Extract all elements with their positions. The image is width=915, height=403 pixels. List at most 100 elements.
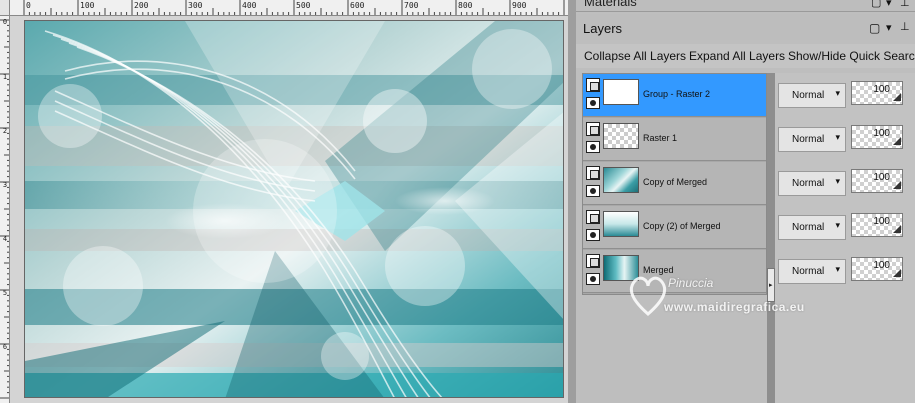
canvas-area: 0 100 200 300 400 500 600 700 800 900 0 …: [0, 0, 568, 403]
layer-row-copy-2-of-merged[interactable]: Copy (2) of Merged: [583, 206, 766, 249]
visibility-eye-icon[interactable]: [586, 141, 600, 153]
right-dock: Materials ▢ ▾ ⊥ Layers ▢ ▾ ⊥ Collapse Al…: [576, 0, 915, 403]
blend-mode-dropdown[interactable]: Normal ▾: [778, 215, 846, 240]
horizontal-ruler: 0 100 200 300 400 500 600 700 800 900: [10, 0, 568, 16]
layer-icons: [585, 78, 601, 114]
ruler-label-200: 200: [134, 1, 149, 10]
layer-row-merged[interactable]: Merged: [583, 250, 766, 293]
panel-splitter[interactable]: [568, 0, 576, 403]
visibility-eye-icon[interactable]: [586, 97, 600, 109]
blend-mode-label: Normal: [792, 266, 825, 277]
layer-row-copy-of-merged[interactable]: Copy of Merged: [583, 162, 766, 205]
visibility-eye-icon[interactable]: [586, 229, 600, 241]
opacity-spinner-icon[interactable]: [893, 259, 901, 279]
vruler-label-300: 3: [2, 181, 8, 189]
blend-mode-dropdown[interactable]: Normal ▾: [778, 259, 846, 284]
chevron-down-icon[interactable]: ▾: [886, 21, 892, 34]
blend-mode-dropdown[interactable]: Normal ▾: [778, 127, 846, 152]
chevron-down-icon[interactable]: ▾: [886, 0, 892, 9]
show-hide-quick-search-button[interactable]: Show/Hide Quick Search: [788, 49, 915, 63]
blend-mode-dropdown[interactable]: Normal ▾: [778, 83, 846, 108]
ruler-label-900: 900: [512, 1, 527, 10]
layers-scrollbar[interactable]: ▸: [767, 73, 775, 403]
layer-icons: [585, 210, 601, 246]
vruler-label-0: 0: [2, 18, 8, 26]
ruler-label-800: 800: [458, 1, 473, 10]
vruler-label-500: 5: [2, 289, 8, 297]
layer-type-icon[interactable]: [586, 166, 600, 180]
collapse-all-layers-button[interactable]: Collapse All Layers: [584, 49, 686, 63]
visibility-eye-icon[interactable]: [586, 273, 600, 285]
layer-type-icon[interactable]: [586, 78, 600, 92]
maximize-icon[interactable]: ▢: [871, 0, 881, 9]
blend-mode-label: Normal: [792, 90, 825, 101]
layer-row-raster-1[interactable]: Raster 1: [583, 118, 766, 161]
ruler-label-500: 500: [296, 1, 311, 10]
layer-name: Raster 1: [643, 133, 678, 143]
expand-all-layers-button[interactable]: Expand All Layers: [689, 49, 785, 63]
vertical-ruler: 0 1 2 3 4 5 6: [0, 16, 10, 403]
dropdown-arrow-icon: ▾: [835, 176, 840, 186]
layers-title: Layers: [583, 21, 623, 36]
dropdown-arrow-icon: ▾: [835, 264, 840, 274]
layer-type-icon[interactable]: [586, 210, 600, 224]
layer-icons: [585, 166, 601, 202]
blend-mode-dropdown[interactable]: Normal ▾: [778, 171, 846, 196]
opacity-spinner-icon[interactable]: [893, 83, 901, 103]
layer-props-1: Normal ▾ 100: [775, 117, 915, 161]
chevron-right-icon: ▸: [769, 282, 773, 289]
layer-thumbnail: [603, 123, 639, 149]
opacity-field[interactable]: 100: [851, 125, 903, 149]
layer-row-group-raster-2[interactable]: Group - Raster 2: [583, 74, 766, 117]
scrollbar-thumb[interactable]: ▸: [767, 268, 775, 302]
blend-mode-label: Normal: [792, 178, 825, 189]
opacity-spinner-icon[interactable]: [893, 171, 901, 191]
opacity-field[interactable]: 100: [851, 257, 903, 281]
opacity-field[interactable]: 100: [851, 81, 903, 105]
layer-thumbnail: [603, 255, 639, 281]
abstract-teal-artwork: [25, 21, 563, 397]
visibility-eye-icon[interactable]: [586, 185, 600, 197]
layers-panel-header[interactable]: Layers ▢ ▾ ⊥: [576, 14, 915, 40]
layer-name: Copy of Merged: [643, 177, 708, 187]
maximize-icon[interactable]: ▢: [869, 21, 880, 35]
app-window: 0 100 200 300 400 500 600 700 800 900 0 …: [0, 0, 915, 403]
opacity-value: 100: [873, 84, 890, 95]
materials-title: Materials: [584, 0, 637, 9]
opacity-field[interactable]: 100: [851, 213, 903, 237]
ruler-label-100: 100: [80, 1, 95, 10]
dropdown-arrow-icon: ▾: [835, 220, 840, 230]
layer-icons: [585, 254, 601, 290]
layers-list: Group - Raster 2 Raster 1 Copy of Merged: [582, 73, 767, 295]
layer-props-4: Normal ▾ 100: [775, 249, 915, 293]
dropdown-arrow-icon: ▾: [835, 132, 840, 142]
layer-name: Merged: [643, 265, 674, 275]
layer-icons: [585, 122, 601, 158]
layer-props-0: Normal ▾ 100: [775, 73, 915, 117]
opacity-spinner-icon[interactable]: [893, 127, 901, 147]
vruler-label-400: 4: [2, 235, 8, 243]
opacity-value: 100: [873, 216, 890, 227]
layers-toolbar: Collapse All Layers Expand All Layers Sh…: [576, 44, 915, 68]
blend-mode-label: Normal: [792, 134, 825, 145]
image-canvas[interactable]: [24, 20, 564, 398]
ruler-label-0: 0: [26, 1, 31, 10]
layer-thumbnail: [603, 167, 639, 193]
layer-type-icon[interactable]: [586, 254, 600, 268]
opacity-value: 100: [873, 260, 890, 271]
layer-name: Copy (2) of Merged: [643, 221, 721, 231]
pin-icon[interactable]: ⊥: [900, 0, 910, 9]
layer-name: Group - Raster 2: [643, 89, 711, 99]
vruler-label-100: 1: [2, 73, 8, 81]
opacity-field[interactable]: 100: [851, 169, 903, 193]
pin-icon[interactable]: ⊥: [900, 20, 910, 33]
blend-mode-label: Normal: [792, 222, 825, 233]
ruler-label-300: 300: [188, 1, 203, 10]
layer-props-2: Normal ▾ 100: [775, 161, 915, 205]
opacity-spinner-icon[interactable]: [893, 215, 901, 235]
layer-thumbnail: [603, 79, 639, 105]
materials-panel-header[interactable]: Materials ▢ ▾ ⊥: [576, 0, 915, 12]
ruler-label-400: 400: [242, 1, 257, 10]
layer-type-icon[interactable]: [586, 122, 600, 136]
layer-thumbnail: [603, 211, 639, 237]
